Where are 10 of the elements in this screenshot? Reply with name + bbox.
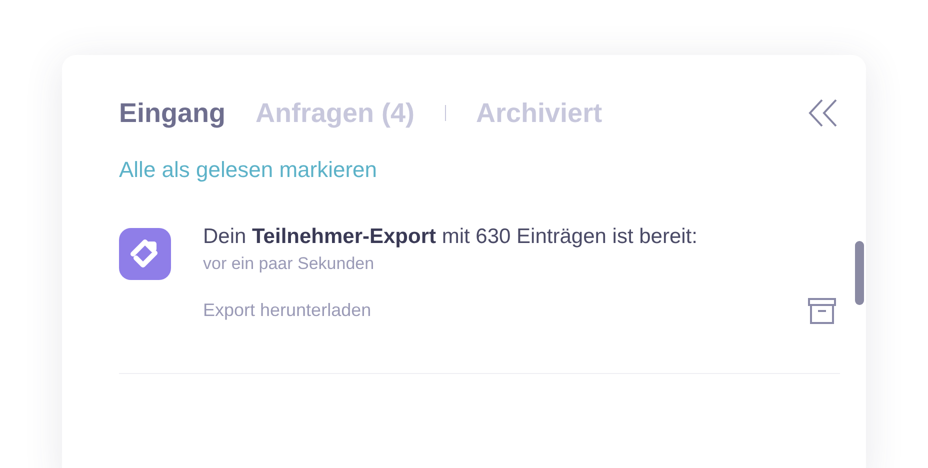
app-icon [119, 228, 171, 280]
tab[interactable]: Archiviert [476, 98, 602, 128]
scrollbar-thumb[interactable] [855, 241, 864, 305]
notification-message: Dein Teilnehmer-Export mit 630 Einträgen ist bereit: [203, 224, 698, 250]
mark-all-read-link[interactable]: Alle als gelesen markieren [119, 157, 378, 183]
tab[interactable]: Anfragen (4) [256, 98, 415, 128]
download-export-link[interactable]: Export herunterladen [203, 300, 372, 321]
archive-icon[interactable] [806, 295, 838, 327]
notification-time: vor ein paar Sekunden [203, 254, 376, 274]
tab[interactable]: Eingang [119, 98, 226, 128]
